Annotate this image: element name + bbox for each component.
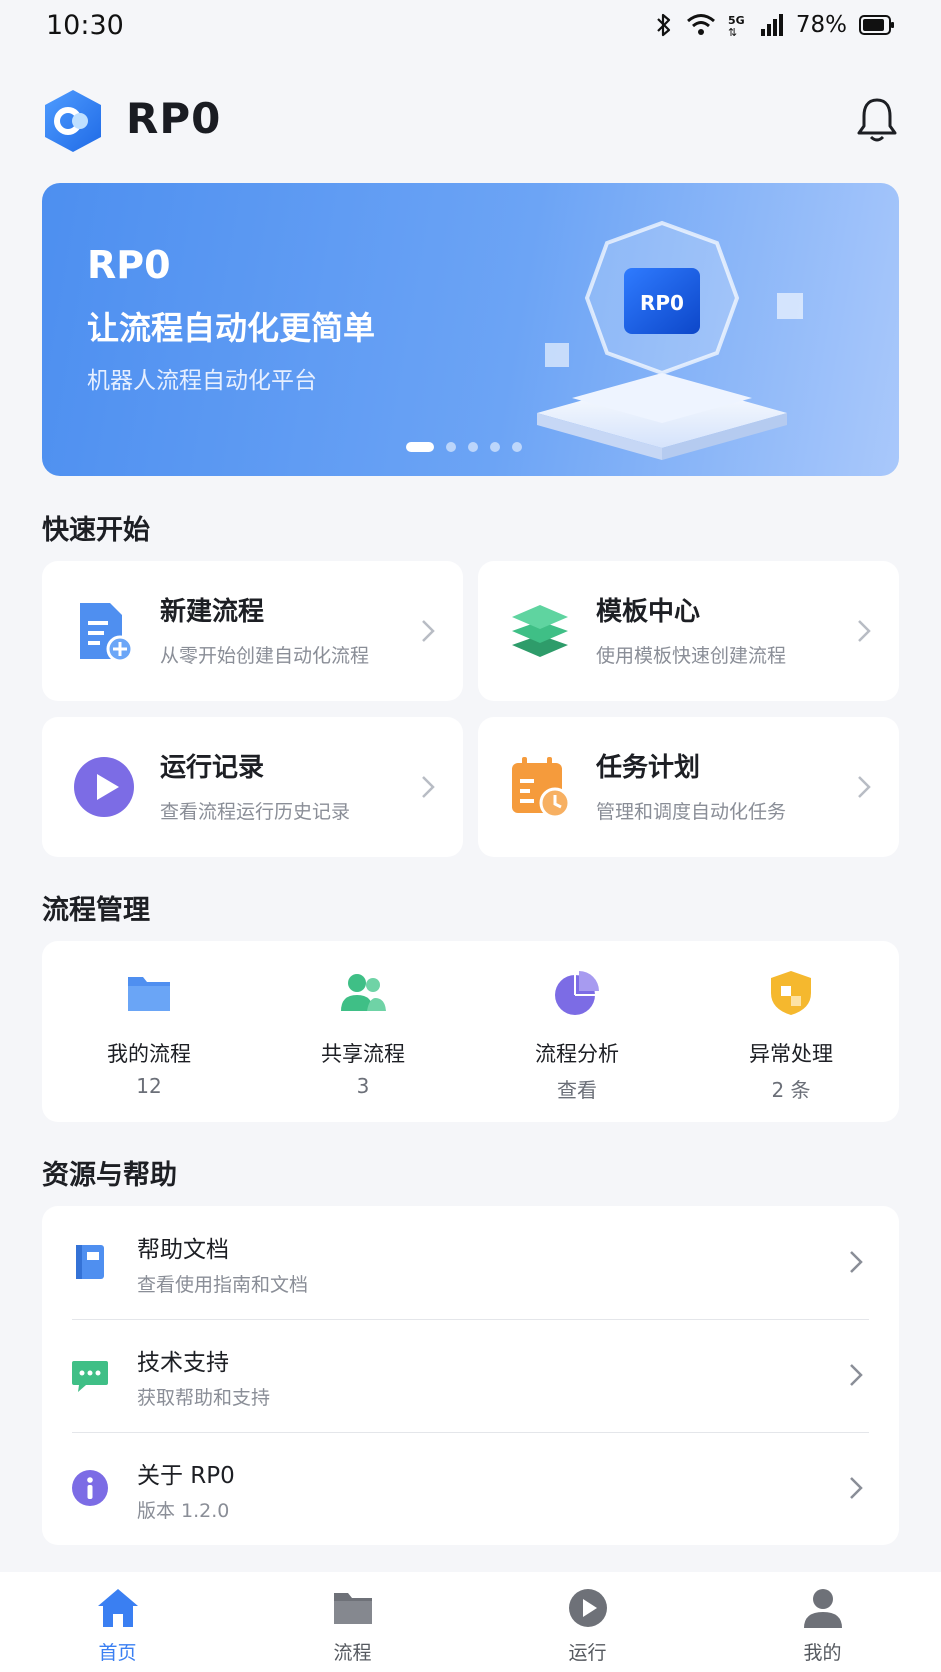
management-label: 我的流程 — [107, 1042, 191, 1066]
app-header: RP0 — [42, 88, 899, 154]
layers-icon — [508, 599, 572, 663]
banner-description: 机器人流程自动化平台 — [87, 368, 317, 394]
management-value: 3 — [356, 1074, 370, 1098]
run-history-card[interactable]: 运行记录 查看流程运行历史记录 — [42, 717, 463, 857]
user-icon — [801, 1586, 845, 1630]
management-label: 共享流程 — [321, 1042, 405, 1066]
carousel-dot[interactable] — [468, 442, 478, 452]
status-bar: 10:30 5G ⇅ 78% — [0, 0, 941, 54]
hexagon-logo-icon — [42, 88, 104, 154]
management-label: 异常处理 — [749, 1042, 833, 1066]
chevron-right-icon — [421, 775, 435, 799]
tab-home[interactable]: 首页 — [0, 1572, 235, 1672]
tab-label: 首页 — [98, 1642, 137, 1664]
about-item[interactable]: 关于 RP0 版本 1.2.0 — [42, 1432, 899, 1545]
chevron-right-icon — [849, 1250, 863, 1274]
new-document-icon — [72, 599, 136, 663]
resource-title: 技术支持 — [137, 1350, 229, 1376]
home-icon — [96, 1586, 140, 1630]
tab-profile[interactable]: 我的 — [705, 1572, 940, 1672]
card-description: 查看流程运行历史记录 — [160, 801, 351, 823]
battery-percent: 78% — [795, 12, 847, 38]
resources-title: 资源与帮助 — [42, 1160, 177, 1191]
play-circle-icon — [72, 755, 136, 819]
resource-description: 获取帮助和支持 — [137, 1387, 271, 1409]
play-circle-icon — [566, 1586, 610, 1630]
card-title: 新建流程 — [160, 597, 265, 627]
tech-support-item[interactable]: 技术支持 获取帮助和支持 — [42, 1319, 899, 1432]
chevron-right-icon — [421, 619, 435, 643]
users-icon — [339, 969, 387, 1017]
chevron-right-icon — [857, 775, 871, 799]
status-icons: 5G ⇅ 78% — [654, 12, 895, 38]
shared-flows-item[interactable]: 共享流程 3 — [256, 941, 470, 1122]
carousel-dot[interactable] — [406, 442, 434, 452]
management-title: 流程管理 — [42, 895, 150, 926]
help-docs-item[interactable]: 帮助文档 查看使用指南和文档 — [42, 1206, 899, 1319]
bottom-tab-bar: 首页 流程 运行 我的 — [0, 1572, 941, 1672]
promo-banner[interactable]: RP0 让流程自动化更简单 机器人流程自动化平台 RP0 — [42, 183, 899, 476]
card-title: 运行记录 — [160, 753, 265, 783]
bell-icon[interactable] — [855, 96, 899, 144]
resources-panel: 帮助文档 查看使用指南和文档 技术支持 获取帮助和支持 关于 RP0 版本 1.… — [42, 1206, 899, 1545]
signal-icon — [760, 13, 784, 37]
banner-illustration: RP0 — [512, 213, 812, 463]
folder-icon — [331, 1586, 375, 1630]
tab-label: 运行 — [568, 1642, 607, 1664]
bluetooth-icon — [654, 12, 674, 38]
status-time: 10:30 — [46, 10, 124, 41]
chevron-right-icon — [857, 619, 871, 643]
pie-chart-icon — [553, 969, 601, 1017]
card-title: 模板中心 — [596, 597, 701, 627]
wifi-icon — [686, 13, 716, 37]
tab-label: 流程 — [333, 1642, 372, 1664]
resource-description: 版本 1.2.0 — [137, 1500, 230, 1522]
card-title: 任务计划 — [596, 753, 701, 783]
task-plan-card[interactable]: 任务计划 管理和调度自动化任务 — [478, 717, 899, 857]
info-icon — [70, 1468, 110, 1508]
carousel-dot[interactable] — [512, 442, 522, 452]
carousel-dots — [406, 442, 522, 452]
chat-bubble-icon — [70, 1355, 110, 1395]
exception-handling-item[interactable]: 异常处理 2 条 — [684, 941, 898, 1122]
battery-icon — [859, 14, 895, 36]
tab-label: 我的 — [803, 1642, 842, 1664]
card-description: 使用模板快速创建流程 — [596, 645, 787, 667]
flow-analysis-item[interactable]: 流程分析 查看 — [470, 941, 684, 1122]
management-value: 12 — [136, 1074, 162, 1098]
banner-subtitle: 让流程自动化更简单 — [87, 309, 376, 347]
new-flow-card[interactable]: 新建流程 从零开始创建自动化流程 — [42, 561, 463, 701]
management-panel: 我的流程 12 共享流程 3 流程分析 查看 异常处理 2 条 — [42, 941, 899, 1122]
network-5g-icon: 5G ⇅ — [728, 13, 748, 37]
card-description: 管理和调度自动化任务 — [596, 801, 787, 823]
chevron-right-icon — [849, 1363, 863, 1387]
management-value: 查看 — [557, 1078, 597, 1102]
banner-title: RP0 — [87, 243, 171, 287]
app-title: RP0 — [126, 94, 222, 143]
management-label: 流程分析 — [535, 1042, 619, 1066]
resource-title: 帮助文档 — [137, 1237, 229, 1263]
resource-title: 关于 RP0 — [137, 1463, 235, 1489]
carousel-dot[interactable] — [490, 442, 500, 452]
resource-description: 查看使用指南和文档 — [137, 1274, 309, 1296]
template-center-card[interactable]: 模板中心 使用模板快速创建流程 — [478, 561, 899, 701]
carousel-dot[interactable] — [446, 442, 456, 452]
management-value: 2 条 — [771, 1078, 811, 1102]
book-icon — [70, 1242, 110, 1282]
quick-start-title: 快速开始 — [42, 515, 150, 546]
calendar-clock-icon — [508, 755, 572, 819]
tab-run[interactable]: 运行 — [470, 1572, 705, 1672]
banner-art-label: RP0 — [640, 291, 684, 315]
my-flows-item[interactable]: 我的流程 12 — [42, 941, 256, 1122]
folder-icon — [125, 969, 173, 1017]
tab-flows[interactable]: 流程 — [235, 1572, 470, 1672]
svg-text:⇅: ⇅ — [728, 26, 737, 37]
shield-warning-icon — [767, 969, 815, 1017]
chevron-right-icon — [849, 1476, 863, 1500]
card-description: 从零开始创建自动化流程 — [160, 645, 370, 667]
